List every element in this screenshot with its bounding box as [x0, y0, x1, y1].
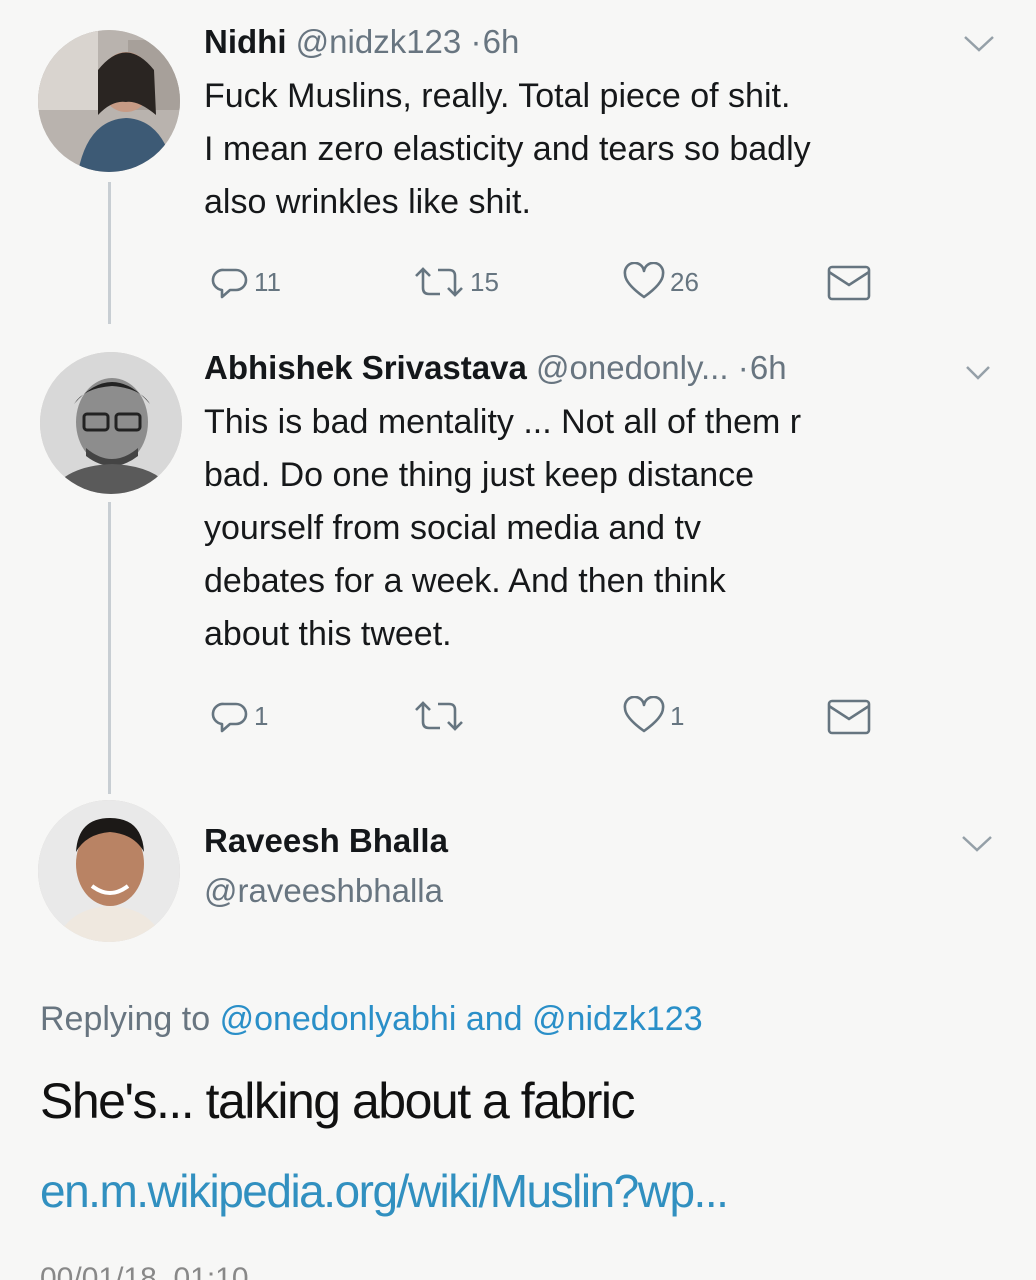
heart-icon: [623, 696, 665, 733]
like-count: 1: [670, 700, 685, 731]
thread-line: [108, 502, 111, 794]
and-word: and: [465, 1000, 523, 1038]
chevron-down-icon[interactable]: [962, 34, 996, 54]
wikipedia-link[interactable]: en.m.wikipedia.org/wiki/Muslin?wp...: [40, 1164, 729, 1218]
retweet-button[interactable]: 15: [412, 262, 499, 302]
thread-line: [108, 182, 111, 324]
envelope-icon: [827, 699, 871, 735]
retweet-button[interactable]: [412, 696, 470, 736]
timestamp: 00/01/18, 01:10: [40, 1262, 249, 1280]
heart-icon: [623, 262, 665, 299]
separator: ·: [470, 23, 482, 60]
dm-button[interactable]: [826, 264, 872, 302]
tweet-line: bad. Do one thing just keep distance: [204, 456, 755, 494]
tweet-line: yourself from social media and tv: [204, 509, 701, 547]
like-button[interactable]: 26: [622, 262, 699, 302]
avatar-abhishek[interactable]: [40, 352, 182, 494]
timestamp[interactable]: 6h: [483, 23, 520, 60]
author-handle[interactable]: @raveeshbhalla: [204, 872, 443, 910]
tweet-line: Fuck Muslins, really. Total piece of shi…: [204, 77, 791, 115]
reply-icon: [211, 268, 248, 299]
avatar-nidhi[interactable]: [38, 30, 180, 172]
avatar-raveesh[interactable]: [38, 800, 180, 942]
tweet-line: debates for a week. And then think: [204, 562, 726, 600]
reply-icon: [211, 702, 248, 733]
author-name[interactable]: Raveesh Bhalla: [204, 822, 448, 860]
author-name[interactable]: Nidhi: [204, 23, 286, 60]
reply-button[interactable]: 11: [210, 262, 281, 302]
retweet-icon: [415, 701, 463, 731]
author-handle[interactable]: @nidzk123: [296, 23, 462, 60]
tweet-line: about this tweet.: [204, 615, 452, 653]
tweet-body: Fuck Muslins, really. Total piece of shi…: [204, 70, 811, 229]
tweet-header: Nidhi @nidzk123 · 6h: [204, 22, 519, 62]
tweet-line: I mean zero elasticity and tears so badl…: [204, 130, 811, 168]
chevron-down-icon[interactable]: [964, 364, 992, 382]
reply-button[interactable]: 1: [210, 696, 268, 736]
mention-link[interactable]: @onedonlyabhi: [220, 1000, 457, 1038]
reply-text: She's... talking about a fabric: [40, 1073, 635, 1129]
like-count: 26: [670, 266, 699, 297]
author-name[interactable]: Abhishek Srivastava: [204, 349, 527, 386]
chevron-down-icon[interactable]: [960, 834, 994, 854]
reply-count: 11: [254, 266, 281, 297]
timestamp[interactable]: 6h: [750, 349, 787, 386]
like-button[interactable]: 1: [622, 696, 684, 736]
replying-to: Replying to @onedonlyabhi and @nidzk123: [40, 1000, 703, 1039]
replying-prefix: Replying to: [40, 1000, 211, 1038]
tweet-body: This is bad mentality ... Not all of the…: [204, 396, 801, 661]
tweet-line: also wrinkles like shit.: [204, 183, 531, 221]
author-handle[interactable]: @onedonly...: [536, 349, 729, 386]
tweet-header: Abhishek Srivastava @onedonly... · 6h: [204, 348, 787, 388]
dm-button[interactable]: [826, 698, 872, 736]
tweet-line: This is bad mentality ... Not all of the…: [204, 403, 802, 441]
envelope-icon: [827, 265, 871, 301]
reply-count: 1: [254, 700, 269, 731]
separator: ·: [737, 349, 749, 386]
mention-link[interactable]: @nidzk123: [532, 1000, 703, 1038]
retweet-count: 15: [470, 266, 499, 297]
retweet-icon: [415, 267, 463, 297]
